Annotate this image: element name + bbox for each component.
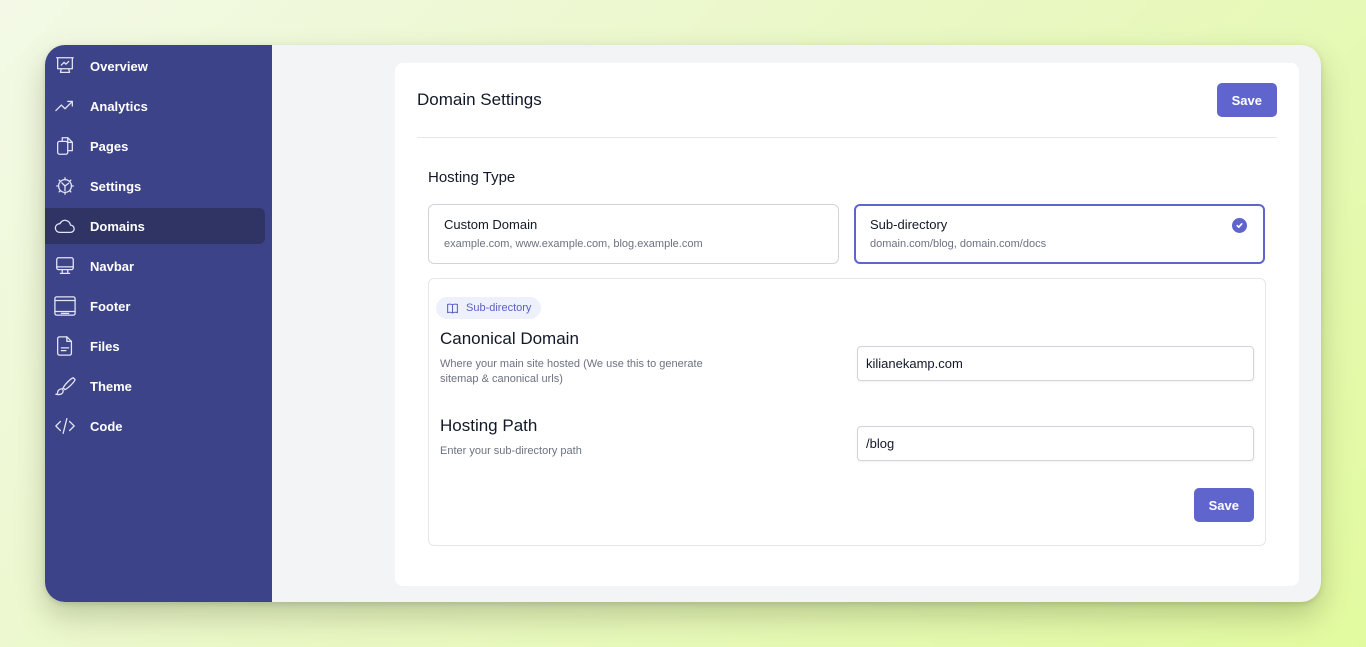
option-title: Sub-directory [870, 217, 948, 232]
code-icon [54, 415, 76, 437]
canonical-domain-input[interactable] [857, 346, 1254, 381]
badge-label: Sub-directory [466, 302, 532, 314]
paintbrush-icon [54, 375, 76, 397]
sidebar-item-overview[interactable]: Overview [45, 48, 265, 84]
card-header: Domain Settings Save [417, 63, 1277, 138]
sidebar-item-settings[interactable]: Settings [45, 168, 265, 204]
book-open-icon [447, 303, 458, 314]
hosting-type-label: Hosting Type [428, 169, 516, 186]
canonical-domain-description: Where your main site hosted (We use this… [440, 358, 703, 385]
domain-settings-card: Domain Settings Save Hosting Type Custom… [395, 63, 1299, 586]
gear-icon [54, 175, 76, 197]
option-description: domain.com/blog, domain.com/docs [870, 238, 1047, 250]
check-circle-icon [1232, 218, 1247, 233]
sidebar-item-label: Pages [90, 138, 129, 154]
trending-up-icon [54, 95, 76, 117]
sidebar-item-footer[interactable]: Footer [45, 288, 265, 324]
option-title: Custom Domain [444, 217, 538, 232]
sidebar-item-files[interactable]: Files [45, 328, 265, 364]
sidebar-item-code[interactable]: Code [45, 408, 265, 444]
file-text-icon [54, 335, 76, 357]
monitor-icon [54, 255, 76, 277]
sidebar-item-label: Footer [90, 298, 131, 314]
presentation-chart-icon [54, 55, 76, 77]
main-content: Domain Settings Save Hosting Type Custom… [272, 45, 1321, 602]
option-description: example.com, www.example.com, blog.examp… [444, 238, 703, 250]
hosting-option-custom-domain[interactable]: Custom Domain example.com, www.example.c… [428, 204, 839, 264]
hosting-option-sub-directory[interactable]: Sub-directory domain.com/blog, domain.co… [854, 204, 1265, 264]
sidebar-item-label: Analytics [90, 98, 148, 114]
page-title: Domain Settings [417, 90, 542, 109]
sidebar-item-label: Navbar [90, 258, 135, 274]
documents-icon [54, 135, 76, 157]
sidebar-item-navbar[interactable]: Navbar [45, 248, 265, 284]
sidebar-item-label: Domains [90, 218, 145, 234]
sidebar: Overview Analytics Pages Settings Domain… [45, 45, 272, 602]
sidebar-item-analytics[interactable]: Analytics [45, 88, 265, 124]
browser-window-icon [54, 295, 76, 317]
sidebar-item-domains[interactable]: Domains [45, 208, 265, 244]
hosting-path-input[interactable] [857, 426, 1254, 461]
sidebar-item-label: Settings [90, 178, 142, 194]
panel-save-button[interactable]: Save [1193, 488, 1254, 522]
app-window: Overview Analytics Pages Settings Domain… [45, 45, 1321, 602]
sidebar-item-label: Code [90, 418, 123, 434]
cloud-icon [54, 215, 76, 237]
canonical-domain-title: Canonical Domain [440, 329, 579, 348]
sidebar-item-pages[interactable]: Pages [45, 128, 265, 164]
sidebar-item-label: Overview [90, 58, 148, 74]
sub-directory-panel: Sub-directory Canonical Domain Where you… [428, 278, 1266, 546]
sidebar-item-label: Theme [90, 378, 132, 394]
sidebar-item-theme[interactable]: Theme [45, 368, 265, 404]
sidebar-item-label: Files [90, 338, 120, 354]
hosting-path-description: Enter your sub-directory path [440, 445, 582, 457]
sub-directory-badge: Sub-directory [436, 297, 542, 319]
header-save-button[interactable]: Save [1216, 83, 1277, 117]
hosting-path-title: Hosting Path [440, 416, 538, 435]
